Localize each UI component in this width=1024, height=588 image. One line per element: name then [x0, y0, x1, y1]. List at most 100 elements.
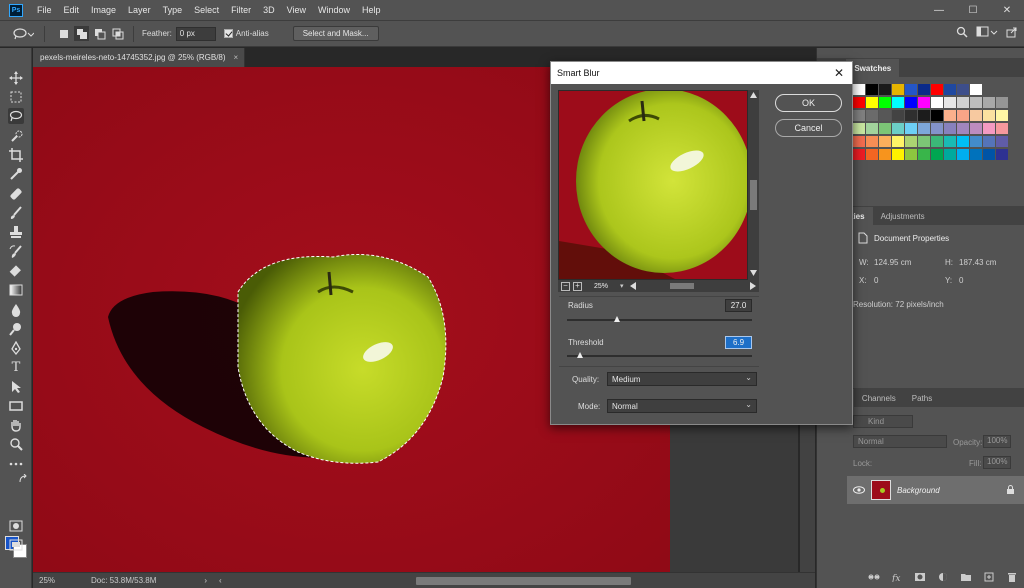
- menu-view[interactable]: View: [287, 5, 306, 15]
- zoom-in-icon[interactable]: +: [573, 281, 582, 291]
- status-menu-arrow-icon[interactable]: ›: [204, 576, 207, 585]
- close-window-button[interactable]: ✕: [990, 0, 1024, 20]
- color-swatch[interactable]: [970, 110, 982, 121]
- rectangle-tool-icon[interactable]: [8, 398, 24, 414]
- ok-button[interactable]: OK: [775, 94, 842, 112]
- color-swatch[interactable]: [853, 110, 865, 121]
- menu-type[interactable]: Type: [163, 5, 183, 15]
- blur-tool-icon[interactable]: [8, 302, 24, 318]
- layer-row-background[interactable]: Background: [847, 476, 1024, 504]
- color-swatch[interactable]: [879, 84, 891, 95]
- color-swatch[interactable]: [996, 136, 1008, 147]
- color-swatch[interactable]: [970, 123, 982, 134]
- tab-paths[interactable]: Paths: [904, 389, 940, 407]
- preview-horizontal-scrollbar[interactable]: [628, 281, 758, 291]
- color-swatch[interactable]: [944, 84, 956, 95]
- color-swatch[interactable]: [879, 149, 891, 160]
- color-swatch[interactable]: [892, 149, 904, 160]
- pen-tool-icon[interactable]: [8, 340, 24, 356]
- color-swatch[interactable]: [957, 84, 969, 95]
- color-swatch[interactable]: [931, 84, 943, 95]
- layer-name[interactable]: Background: [897, 486, 940, 495]
- tab-channels[interactable]: Channels: [854, 389, 904, 407]
- crop-tool-icon[interactable]: [8, 147, 24, 163]
- tab-swatches[interactable]: Swatches: [846, 59, 900, 77]
- canvas-horizontal-scrollbar-thumb[interactable]: [416, 577, 631, 585]
- color-swatch[interactable]: [996, 149, 1008, 160]
- eraser-tool-icon[interactable]: [8, 263, 24, 279]
- path-selection-tool-icon[interactable]: [8, 379, 24, 395]
- add-to-selection-icon[interactable]: [74, 26, 89, 41]
- color-swatch[interactable]: [944, 123, 956, 134]
- color-swatch[interactable]: [957, 136, 969, 147]
- height-value[interactable]: 187.43 cm: [959, 258, 996, 267]
- color-swatch[interactable]: [931, 110, 943, 121]
- anti-alias-checkbox[interactable]: [223, 29, 233, 38]
- color-swatch[interactable]: [918, 97, 930, 108]
- select-and-mask-button[interactable]: Select and Mask...: [292, 26, 379, 41]
- subtract-selection-icon[interactable]: [92, 26, 107, 41]
- hand-tool-icon[interactable]: [8, 417, 24, 433]
- color-swatch[interactable]: [983, 97, 995, 108]
- zoom-dropdown-icon[interactable]: ▾: [620, 282, 624, 290]
- menu-help[interactable]: Help: [362, 5, 381, 15]
- screen-mode-icon[interactable]: [8, 537, 24, 553]
- intersect-selection-icon[interactable]: [110, 26, 125, 41]
- color-swatch[interactable]: [931, 136, 943, 147]
- color-swatch[interactable]: [918, 136, 930, 147]
- color-swatch[interactable]: [944, 97, 956, 108]
- width-value[interactable]: 124.95 cm: [874, 258, 911, 267]
- color-swatch[interactable]: [931, 97, 943, 108]
- clone-stamp-tool-icon[interactable]: [8, 224, 24, 240]
- color-swatch[interactable]: [866, 149, 878, 160]
- color-swatch[interactable]: [905, 136, 917, 147]
- lasso-tool-icon[interactable]: [8, 108, 24, 124]
- color-swatch[interactable]: [879, 136, 891, 147]
- layer-style-icon[interactable]: fx: [891, 572, 903, 582]
- more-tools-icon[interactable]: [8, 456, 24, 472]
- color-swatch[interactable]: [905, 123, 917, 134]
- preview-vertical-scrollbar[interactable]: [748, 90, 759, 280]
- color-swatch[interactable]: [918, 149, 930, 160]
- color-swatch[interactable]: [879, 123, 891, 134]
- color-swatch[interactable]: [879, 110, 891, 121]
- radius-slider-thumb[interactable]: [613, 316, 620, 322]
- history-brush-tool-icon[interactable]: [8, 244, 24, 260]
- color-swatch[interactable]: [996, 110, 1008, 121]
- lasso-tool-preset-icon[interactable]: [10, 26, 36, 41]
- color-swatch[interactable]: [866, 123, 878, 134]
- color-swatch[interactable]: [970, 136, 982, 147]
- visibility-eye-icon[interactable]: [853, 486, 865, 494]
- brush-tool-icon[interactable]: [8, 205, 24, 221]
- menu-filter[interactable]: Filter: [231, 5, 251, 15]
- color-swatch[interactable]: [970, 84, 982, 95]
- quick-selection-tool-icon[interactable]: [8, 128, 24, 144]
- add-mask-icon[interactable]: [914, 572, 926, 582]
- quick-mask-icon[interactable]: [8, 518, 24, 534]
- color-swatch[interactable]: [931, 149, 943, 160]
- close-document-icon[interactable]: ×: [234, 53, 239, 62]
- color-swatch[interactable]: [983, 123, 995, 134]
- color-swatch[interactable]: [983, 110, 995, 121]
- color-swatch[interactable]: [866, 97, 878, 108]
- color-swatch[interactable]: [944, 149, 956, 160]
- adjustment-layer-icon[interactable]: [937, 572, 949, 582]
- dodge-tool-icon[interactable]: [8, 321, 24, 337]
- new-layer-icon[interactable]: [983, 572, 995, 582]
- color-swatch[interactable]: [892, 123, 904, 134]
- gradient-tool-icon[interactable]: [8, 282, 24, 298]
- threshold-input[interactable]: 6.9: [725, 336, 752, 349]
- threshold-slider-track[interactable]: [567, 355, 752, 357]
- minimize-button[interactable]: —: [922, 0, 956, 20]
- type-tool-icon[interactable]: T: [8, 359, 24, 375]
- color-swatch[interactable]: [957, 149, 969, 160]
- menu-select[interactable]: Select: [194, 5, 219, 15]
- color-swatch[interactable]: [853, 136, 865, 147]
- new-selection-icon[interactable]: [56, 26, 71, 41]
- delete-layer-icon[interactable]: [1006, 572, 1018, 582]
- color-swatch[interactable]: [892, 97, 904, 108]
- color-swatch[interactable]: [879, 97, 891, 108]
- workspace-icon[interactable]: [976, 26, 998, 38]
- color-swatch[interactable]: [970, 97, 982, 108]
- radius-slider-track[interactable]: [567, 319, 752, 321]
